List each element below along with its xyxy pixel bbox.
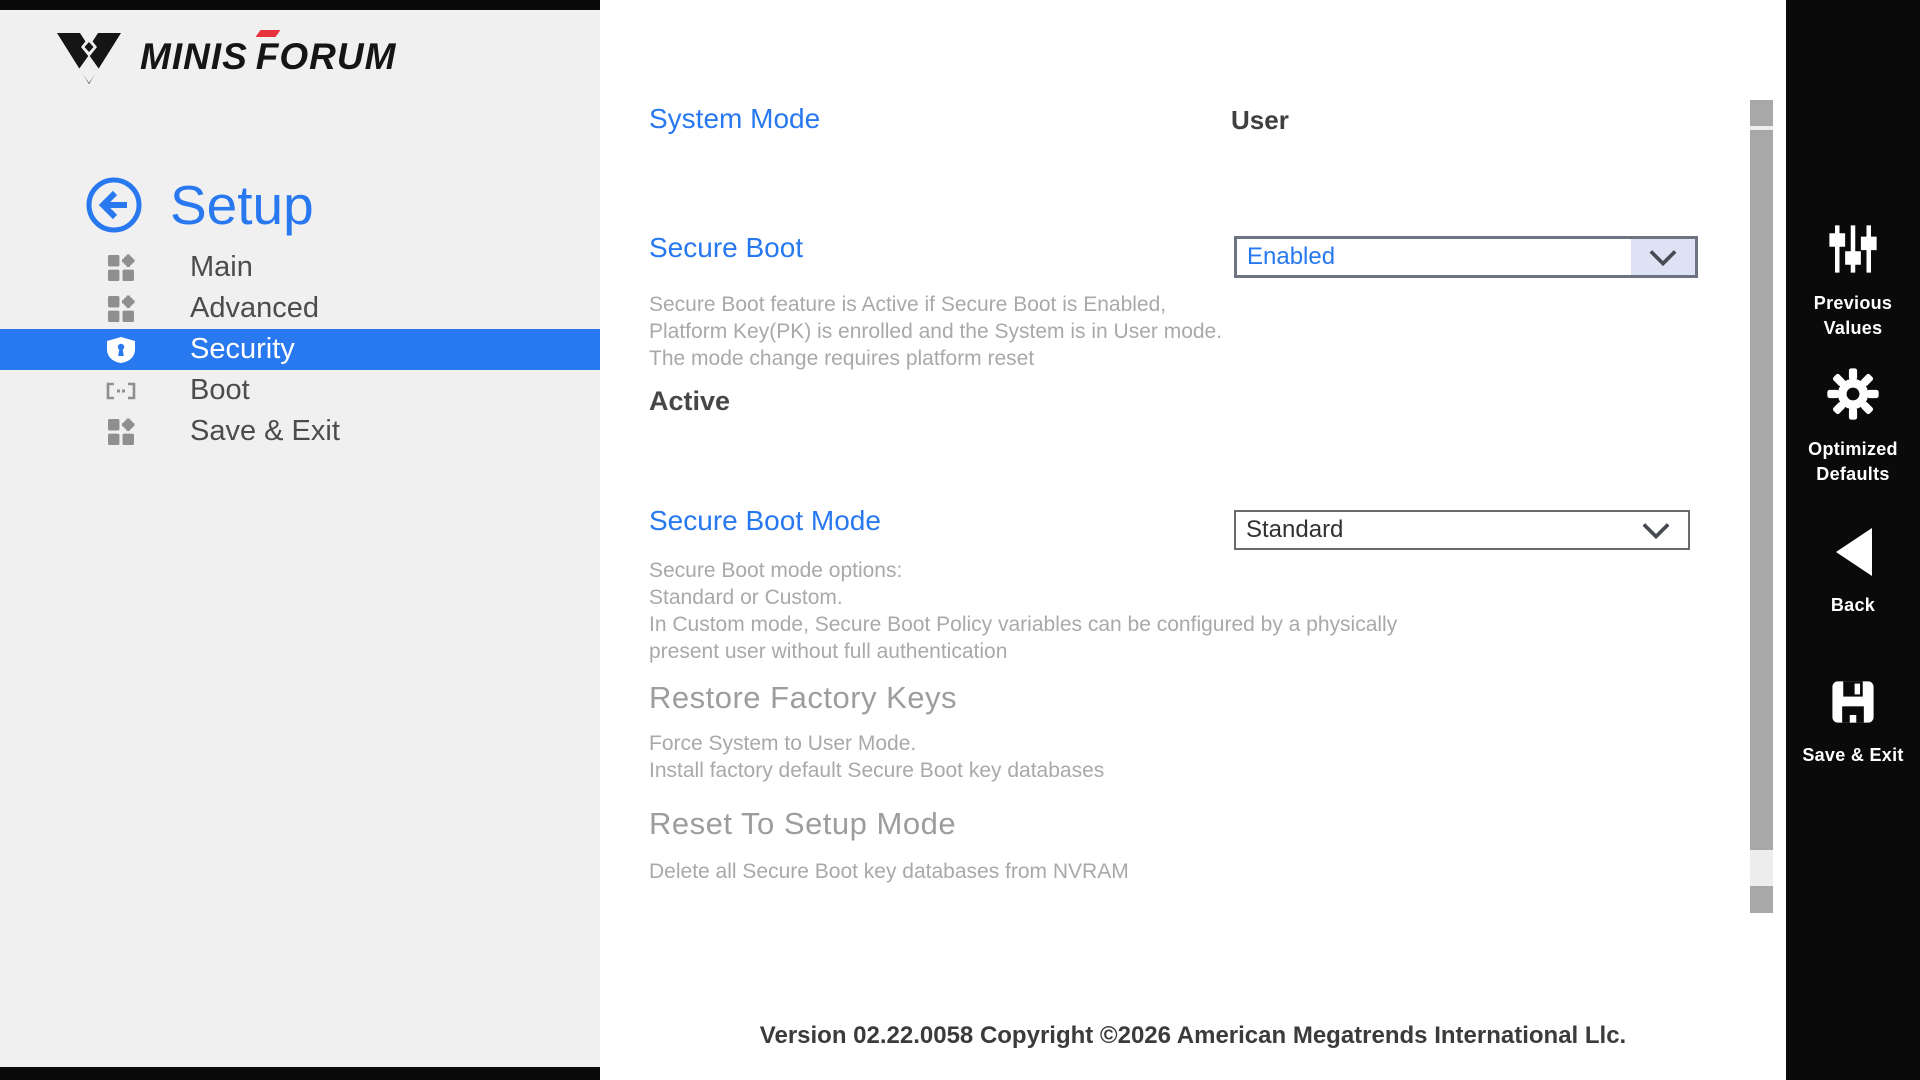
action-label: Save & Exit [1802,743,1903,768]
secure-boot-mode-label: Secure Boot Mode [649,505,881,537]
help-line: Force System to User Mode. [649,730,1104,757]
action-back[interactable]: Back [1786,526,1920,618]
chevron-down-icon [1624,512,1688,548]
back-triangle-icon [1830,526,1876,583]
boot-drive-icon [104,380,138,402]
grid-icon [104,418,138,445]
secure-boot-mode-help: Secure Boot mode options: Standard or Cu… [649,557,1397,665]
logo-text-left: MINIS [140,36,248,78]
sidebar-item-label: Main [190,251,253,284]
bios-setup-screen: MINIS FORUM Setup [0,0,1920,1080]
scrollbar [1750,100,1773,913]
footer-version: Version 02.22.0058 Copyright ©2026 Ameri… [643,1022,1743,1050]
reset-to-setup-mode-help: Delete all Secure Boot key databases fro… [649,858,1129,885]
help-line: In Custom mode, Secure Boot Policy varia… [649,611,1397,638]
secure-boot-help: Secure Boot feature is Active if Secure … [649,291,1222,372]
secure-boot-mode-select-value: Standard [1236,512,1624,548]
chevron-down-icon [1631,239,1695,275]
sidebar-item-advanced[interactable]: Advanced [0,288,600,329]
restore-factory-keys-help: Force System to User Mode. Install facto… [649,730,1104,784]
sidebar-item-boot[interactable]: Boot [0,370,600,411]
help-line: Platform Key(PK) is enrolled and the Sys… [649,318,1222,345]
help-line: Delete all Secure Boot key databases fro… [649,858,1129,885]
scrollbar-thumb[interactable] [1750,130,1773,850]
floppy-icon [1827,676,1879,733]
main-content: System Mode User Secure Boot Enabled Sec… [600,0,1786,1080]
secure-boot-mode-select[interactable]: Standard [1234,510,1690,550]
logo-text: MINIS FORUM [140,36,396,78]
secure-boot-select[interactable]: Enabled [1234,236,1698,278]
help-line: Install factory default Secure Boot key … [649,757,1104,784]
action-bar: Previous Values [1786,0,1920,1080]
reset-to-setup-mode-item[interactable]: Reset To Setup Mode [649,806,956,842]
back-circle-icon[interactable] [84,175,144,235]
sidebar-menu: Main Advanced [0,247,600,452]
help-line: The mode change requires platform reset [649,345,1222,372]
sidebar-item-label: Save & Exit [190,415,340,448]
action-previous-values[interactable]: Previous Values [1786,222,1920,341]
scrollbar-up-button[interactable] [1750,100,1773,126]
secure-boot-label: Secure Boot [649,232,803,264]
minisforum-logo: MINIS FORUM [52,28,396,86]
sidebar-item-label: Boot [190,374,250,407]
setup-header: Setup [84,173,314,237]
help-line: Secure Boot mode options: [649,557,1397,584]
sidebar-item-save-exit[interactable]: Save & Exit [0,411,600,452]
gear-icon [1825,366,1881,427]
grid-icon [104,254,138,281]
action-optimized-defaults[interactable]: Optimized Defaults [1786,366,1920,487]
action-label: Previous Values [1814,291,1892,341]
help-line: Secure Boot feature is Active if Secure … [649,291,1222,318]
sidebar-item-label: Advanced [190,292,319,325]
logo-text-right: FORUM [256,36,397,78]
secure-boot-select-value: Enabled [1237,239,1631,275]
action-label: Optimized Defaults [1808,437,1898,487]
help-line: present user without full authentication [649,638,1397,665]
left-sidebar: MINIS FORUM Setup [0,10,600,1067]
sidebar-item-security[interactable]: Security [0,329,600,370]
action-label: Back [1831,593,1875,618]
help-line: Standard or Custom. [649,584,1397,611]
system-mode-label: System Mode [649,103,820,135]
shield-icon [104,336,138,364]
sliders-icon [1826,222,1880,281]
restore-factory-keys-item[interactable]: Restore Factory Keys [649,680,957,716]
system-mode-value: User [1231,105,1289,136]
scrollbar-down-button[interactable] [1750,886,1773,913]
grid-icon [104,295,138,322]
sidebar-item-label: Security [190,333,295,366]
sidebar-item-main[interactable]: Main [0,247,600,288]
action-save-exit[interactable]: Save & Exit [1786,676,1920,768]
minisforum-logo-mark-icon [52,28,126,86]
secure-boot-status: Active [649,386,730,417]
setup-title: Setup [170,173,314,237]
